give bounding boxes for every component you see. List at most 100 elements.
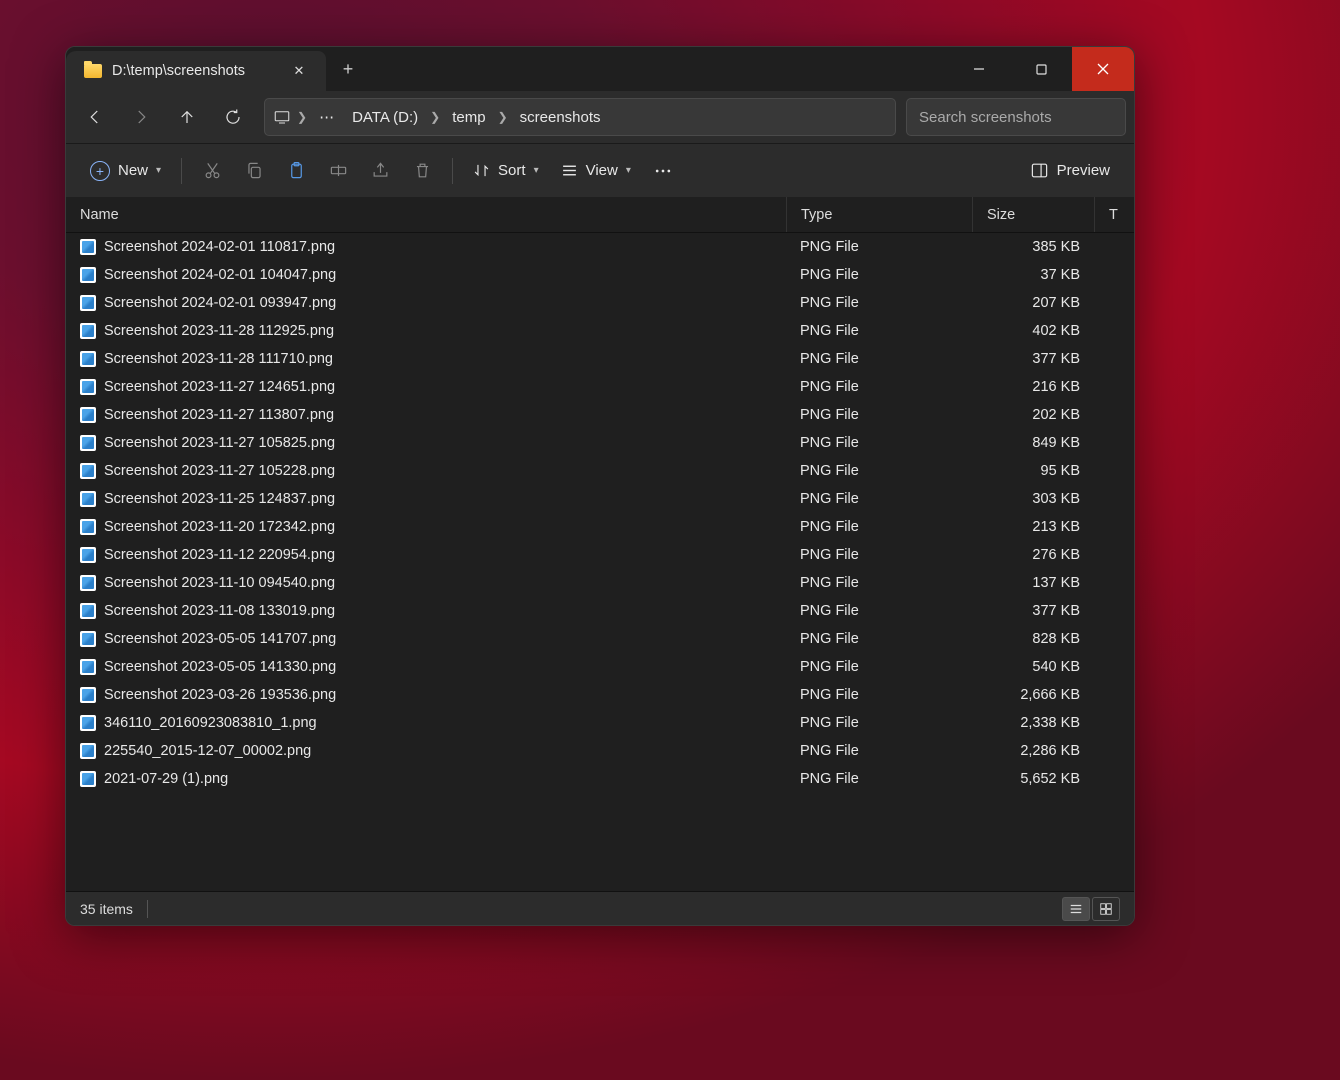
png-file-icon: [80, 631, 96, 647]
new-tab-button[interactable]: +: [326, 47, 370, 91]
file-row[interactable]: 2021-07-29 (1).pngPNG File5,652 KB: [66, 765, 1134, 793]
refresh-button[interactable]: [212, 97, 254, 137]
png-file-icon: [80, 323, 96, 339]
maximize-button[interactable]: [1010, 47, 1072, 91]
file-name: Screenshot 2024-02-01 110817.png: [104, 239, 335, 255]
file-size: 202 KB: [972, 407, 1094, 423]
divider: [147, 900, 148, 918]
file-name: Screenshot 2023-11-27 124651.png: [104, 379, 335, 395]
cut-button[interactable]: [192, 153, 232, 189]
minimize-button[interactable]: [948, 47, 1010, 91]
close-button[interactable]: [1072, 47, 1134, 91]
png-file-icon: [80, 687, 96, 703]
up-button[interactable]: [166, 97, 208, 137]
file-name: Screenshot 2023-05-05 141707.png: [104, 631, 336, 647]
delete-button[interactable]: [402, 153, 442, 189]
file-type: PNG File: [786, 407, 972, 423]
file-type: PNG File: [786, 743, 972, 759]
file-name: Screenshot 2023-11-27 113807.png: [104, 407, 334, 423]
chevron-right-icon: ❯: [496, 110, 510, 124]
png-file-icon: [80, 463, 96, 479]
file-row[interactable]: Screenshot 2023-11-27 105228.png PNG File…: [66, 457, 1134, 485]
preview-button[interactable]: Preview: [1020, 153, 1120, 189]
search-input[interactable]: Search screenshots: [906, 98, 1126, 136]
sort-button[interactable]: Sort ▾: [463, 153, 549, 189]
window-controls: [948, 47, 1134, 91]
breadcrumb[interactable]: ❯ ⋯ DATA (D:) ❯ temp ❯ screenshots: [264, 98, 896, 136]
file-name: Screenshot 2023-11-12 220954.png: [104, 547, 335, 563]
file-row[interactable]: 346110_20160923083810_1.pngPNG File2,338…: [66, 709, 1134, 737]
plus-circle-icon: +: [90, 161, 110, 181]
details-view-button[interactable]: [1062, 897, 1090, 921]
breadcrumb-seg-1[interactable]: temp: [444, 105, 493, 130]
breadcrumb-overflow[interactable]: ⋯: [311, 104, 342, 130]
file-size: 2,338 KB: [972, 715, 1094, 731]
divider: [452, 158, 453, 184]
forward-button[interactable]: [120, 97, 162, 137]
thumbnails-view-button[interactable]: [1092, 897, 1120, 921]
tab-close-button[interactable]: ✕: [286, 58, 312, 84]
file-row[interactable]: Screenshot 2023-11-08 133019.pngPNG File…: [66, 597, 1134, 625]
file-size: 5,652 KB: [972, 771, 1094, 787]
column-header-type[interactable]: Type: [786, 197, 972, 232]
file-explorer-window: D:\temp\screenshots ✕ +: [65, 46, 1135, 926]
file-row[interactable]: Screenshot 2023-11-25 124837.pngPNG File…: [66, 485, 1134, 513]
share-button[interactable]: [360, 153, 400, 189]
file-name: Screenshot 2024-02-01 093947.png: [104, 295, 336, 311]
file-size: 37 KB: [972, 267, 1094, 283]
file-row[interactable]: Screenshot 2023-05-05 141707.pngPNG File…: [66, 625, 1134, 653]
paste-button[interactable]: [276, 153, 316, 189]
file-row[interactable]: Screenshot 2023-11-12 220954.pngPNG File…: [66, 541, 1134, 569]
this-pc-icon[interactable]: [271, 106, 293, 128]
new-button[interactable]: + New ▾: [80, 153, 171, 189]
file-row[interactable]: Screenshot 2024-02-01 104047.pngPNG File…: [66, 261, 1134, 289]
search-placeholder: Search screenshots: [919, 109, 1052, 126]
png-file-icon: [80, 743, 96, 759]
file-name: Screenshot 2023-11-28 112925.png: [104, 323, 334, 339]
file-row[interactable]: Screenshot 2023-11-27 124651.pngPNG File…: [66, 373, 1134, 401]
file-row[interactable]: Screenshot 2023-11-28 112925.pngPNG File…: [66, 317, 1134, 345]
file-size: 377 KB: [972, 603, 1094, 619]
file-row[interactable]: Screenshot 2023-11-27 113807.png PNG File…: [66, 401, 1134, 429]
rename-button[interactable]: [318, 153, 358, 189]
status-item-count: 35 items: [80, 901, 133, 917]
file-row[interactable]: Screenshot 2023-11-27 105825.pngPNG File…: [66, 429, 1134, 457]
file-size: 540 KB: [972, 659, 1094, 675]
file-row[interactable]: Screenshot 2023-11-20 172342.pngPNG File…: [66, 513, 1134, 541]
chevron-right-icon: ❯: [428, 110, 442, 124]
preview-label: Preview: [1057, 162, 1110, 179]
copy-button[interactable]: [234, 153, 274, 189]
file-name: 2021-07-29 (1).png: [104, 771, 228, 787]
column-header-extra[interactable]: T: [1094, 197, 1134, 232]
file-row[interactable]: Screenshot 2023-11-28 111710.pngPNG File…: [66, 345, 1134, 373]
file-name: 225540_2015-12-07_00002.png: [104, 743, 311, 759]
back-button[interactable]: [74, 97, 116, 137]
file-size: 95 KB: [972, 463, 1094, 479]
file-size: 402 KB: [972, 323, 1094, 339]
file-row[interactable]: Screenshot 2024-02-01 093947.pngPNG File…: [66, 289, 1134, 317]
file-size: 303 KB: [972, 491, 1094, 507]
more-button[interactable]: [643, 153, 683, 189]
file-row[interactable]: Screenshot 2023-03-26 193536.pngPNG File…: [66, 681, 1134, 709]
column-header-name[interactable]: Name: [66, 197, 786, 232]
column-header-size[interactable]: Size: [972, 197, 1094, 232]
file-row[interactable]: 225540_2015-12-07_00002.pngPNG File2,286…: [66, 737, 1134, 765]
breadcrumb-seg-0[interactable]: DATA (D:): [344, 105, 426, 130]
divider: [181, 158, 182, 184]
file-list[interactable]: Screenshot 2024-02-01 110817.png PNG File…: [66, 233, 1134, 891]
column-headers: Name Type Size T: [66, 197, 1134, 233]
folder-icon: [84, 64, 102, 78]
new-label: New: [118, 162, 148, 179]
file-row[interactable]: Screenshot 2024-02-01 110817.pngPNG File…: [66, 233, 1134, 261]
file-type: PNG File: [786, 351, 972, 367]
file-row[interactable]: Screenshot 2023-11-10 094540.pngPNG File…: [66, 569, 1134, 597]
file-size: 137 KB: [972, 575, 1094, 591]
file-type: PNG File: [786, 463, 972, 479]
breadcrumb-seg-2[interactable]: screenshots: [512, 105, 609, 130]
file-row[interactable]: Screenshot 2023-05-05 141330.pngPNG File…: [66, 653, 1134, 681]
active-tab[interactable]: D:\temp\screenshots ✕: [66, 51, 326, 91]
file-name: Screenshot 2023-11-27 105228.png: [104, 463, 335, 479]
png-file-icon: [80, 519, 96, 535]
view-button[interactable]: View ▾: [551, 153, 641, 189]
view-icon: [561, 162, 578, 179]
